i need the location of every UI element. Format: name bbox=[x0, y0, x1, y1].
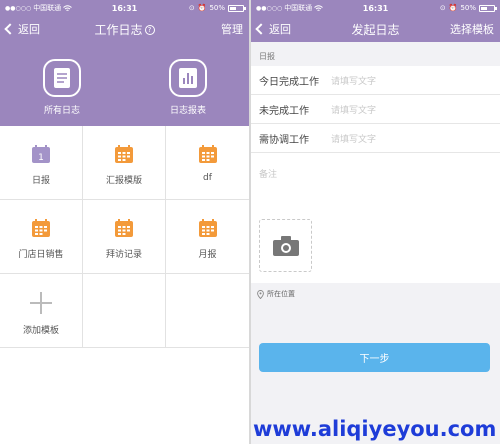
battery-percent: 50% bbox=[460, 4, 476, 12]
field-placeholder: 请填写文字 bbox=[331, 76, 377, 87]
page-title: 工作日志 bbox=[94, 22, 143, 37]
choose-template-button[interactable]: 选择模板 bbox=[450, 21, 494, 37]
camera-icon bbox=[272, 235, 299, 256]
page-title: 发起日志 bbox=[351, 22, 400, 37]
back-label: 返回 bbox=[269, 23, 291, 36]
template-df[interactable]: df bbox=[166, 126, 249, 200]
template-label: 日报 bbox=[31, 176, 50, 186]
calendar-purple-icon: 1 bbox=[31, 144, 51, 164]
calendar-orange-icon bbox=[114, 144, 134, 164]
field-label: 今日完成工作 bbox=[259, 76, 319, 88]
field-unfinished[interactable]: 未完成工作 请填写文字 bbox=[251, 95, 500, 124]
empty-cell bbox=[83, 274, 166, 348]
chevron-left-icon bbox=[255, 23, 267, 35]
template-label: 添加模板 bbox=[22, 326, 59, 336]
calendar-day: 1 bbox=[38, 153, 44, 163]
alarm-icon: ⏰ bbox=[448, 4, 458, 12]
status-bar: ●●○○○ 中国联通 16:31 ⊙ ⏰ 50% bbox=[251, 0, 500, 16]
all-logs-label: 所有日志 bbox=[43, 106, 80, 116]
left-navbar: 返回 工作日志? 管理 bbox=[0, 16, 249, 42]
remark-area[interactable]: 备注 bbox=[251, 153, 500, 283]
field-label: 需协调工作 bbox=[259, 134, 309, 146]
right-header: ●●○○○ 中国联通 16:31 ⊙ ⏰ 50% 返回 发起日志 选择模板 bbox=[251, 0, 500, 42]
log-report-label: 日志报表 bbox=[169, 106, 206, 116]
battery-icon bbox=[228, 4, 246, 12]
template-label: 月报 bbox=[198, 250, 217, 260]
log-form: 今日完成工作 请填写文字 未完成工作 请填写文字 需协调工作 请填写文字 备注 bbox=[251, 66, 500, 283]
location-label: 所在位置 bbox=[267, 290, 295, 298]
bar-chart-icon bbox=[169, 59, 207, 97]
work-log-screen: ●●○○○ 中国联通 16:31 ⊙ ⏰ 50% 返回 工作日志? 管理 所有日… bbox=[0, 0, 249, 444]
left-header: ●●○○○ 中国联通 16:31 ⊙ ⏰ 50% 返回 工作日志? 管理 所有日… bbox=[0, 0, 249, 126]
template-label: df bbox=[203, 173, 212, 183]
all-logs-button[interactable]: 所有日志 bbox=[22, 59, 102, 116]
location-pin-icon bbox=[257, 289, 264, 299]
location-row[interactable]: 所在位置 bbox=[251, 283, 500, 305]
next-step-button[interactable]: 下一步 bbox=[259, 343, 490, 372]
help-icon[interactable]: ? bbox=[144, 25, 155, 35]
template-label: 拜访记录 bbox=[105, 250, 142, 260]
field-placeholder: 请填写文字 bbox=[331, 105, 377, 116]
template-label: 汇报模版 bbox=[105, 176, 142, 186]
template-visit-record[interactable]: 拜访记录 bbox=[83, 200, 166, 274]
field-placeholder: 请填写文字 bbox=[331, 134, 377, 145]
manage-button[interactable]: 管理 bbox=[221, 21, 243, 37]
template-monthly[interactable]: 月报 bbox=[166, 200, 249, 274]
watermark-text: www.aliqiyeyou.com bbox=[253, 417, 497, 441]
hero-section: 所有日志 日志报表 bbox=[0, 42, 249, 126]
back-button[interactable]: 返回 bbox=[4, 21, 40, 37]
calendar-orange-icon bbox=[198, 144, 218, 164]
battery-percent: 50% bbox=[209, 4, 225, 12]
lock-rotation-icon: ⊙ bbox=[188, 4, 195, 12]
battery-icon bbox=[479, 4, 497, 12]
empty-cell bbox=[166, 274, 249, 348]
section-label: 日报 bbox=[259, 52, 275, 61]
template-daily[interactable]: 1 日报 bbox=[0, 126, 83, 200]
plus-icon bbox=[30, 292, 52, 314]
field-label: 未完成工作 bbox=[259, 105, 309, 117]
back-button[interactable]: 返回 bbox=[255, 21, 291, 37]
template-store-sales[interactable]: 门店日销售 bbox=[0, 200, 83, 274]
template-report[interactable]: 汇报模版 bbox=[83, 126, 166, 200]
status-bar: ●●○○○ 中国联通 16:31 ⊙ ⏰ 50% bbox=[0, 0, 249, 16]
new-log-screen: ●●○○○ 中国联通 16:31 ⊙ ⏰ 50% 返回 发起日志 选择模板 日报 bbox=[251, 0, 500, 444]
alarm-icon: ⏰ bbox=[197, 4, 207, 12]
document-icon bbox=[43, 59, 81, 97]
calendar-orange-icon bbox=[114, 218, 134, 238]
calendar-orange-icon bbox=[198, 218, 218, 238]
remark-placeholder: 备注 bbox=[259, 170, 278, 180]
back-label: 返回 bbox=[18, 23, 40, 36]
calendar-orange-icon bbox=[31, 218, 51, 238]
lock-rotation-icon: ⊙ bbox=[439, 4, 446, 12]
log-report-button[interactable]: 日志报表 bbox=[148, 59, 228, 116]
chevron-left-icon bbox=[4, 23, 16, 35]
template-label: 门店日销售 bbox=[18, 250, 64, 260]
add-photo-button[interactable] bbox=[259, 219, 312, 272]
right-navbar: 返回 发起日志 选择模板 bbox=[251, 16, 500, 42]
field-completed-today[interactable]: 今日完成工作 请填写文字 bbox=[251, 66, 500, 95]
add-template-button[interactable]: 添加模板 bbox=[0, 274, 83, 348]
field-coordination[interactable]: 需协调工作 请填写文字 bbox=[251, 124, 500, 153]
